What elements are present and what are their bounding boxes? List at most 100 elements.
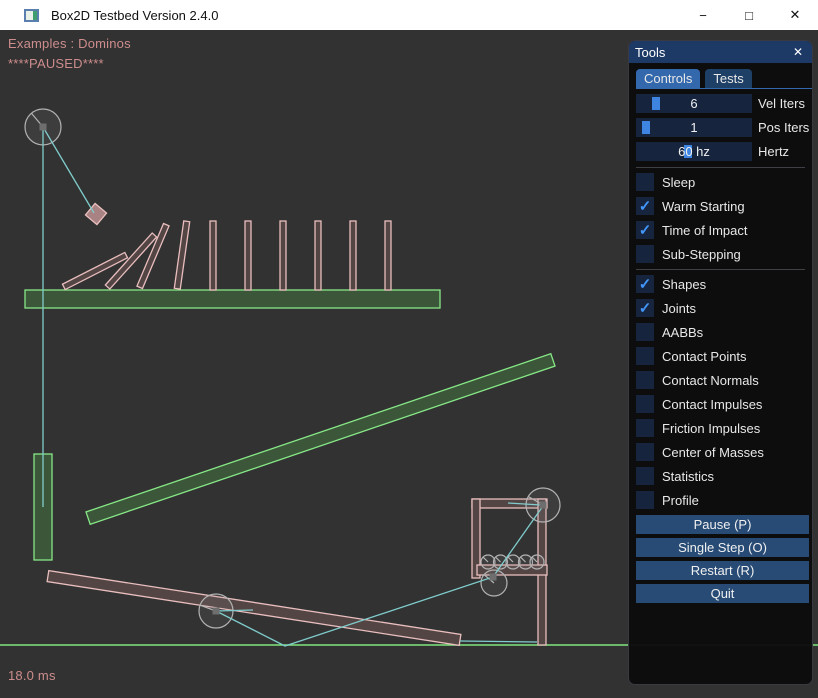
checkbox-row-time-of-impact: ✓ Time of Impact <box>636 221 812 239</box>
domino-shelf <box>25 290 440 308</box>
checkbox-row-friction-impulses: Friction Impulses <box>636 419 812 437</box>
minimize-button[interactable]: − <box>680 0 726 30</box>
joint-anchor-1 <box>40 124 47 131</box>
checkbox[interactable]: ✓ <box>636 299 654 317</box>
frame-time-label: 18.0 ms <box>8 668 56 683</box>
domino-standing-1 <box>210 221 216 290</box>
pendulum-box <box>85 203 106 224</box>
slider-grab[interactable] <box>642 121 650 134</box>
checkbox-row-joints: ✓ Joints <box>636 299 812 317</box>
joint-pendulum-box <box>43 127 94 213</box>
tools-close-icon[interactable]: ✕ <box>790 44 806 60</box>
tools-panel-title: Tools <box>635 45 790 60</box>
domino-standing-3 <box>280 221 286 290</box>
pause-p-button[interactable]: Pause (P) <box>636 515 809 534</box>
checkbox-group-draw: ✓ Shapes ✓ Joints AABBs Contact Points Contact… <box>636 275 812 509</box>
slider-value: 60 hz <box>678 144 710 159</box>
checkbox-label: Time of Impact <box>662 223 747 238</box>
domino-leaning <box>174 221 189 289</box>
slider-hertz: 60 hz Hertz <box>636 142 812 161</box>
app-icon <box>24 9 39 22</box>
checkbox-label: Contact Points <box>662 349 747 364</box>
slider-label: Vel Iters <box>758 96 805 111</box>
joint-anchor-4 <box>540 502 547 509</box>
tab-tests[interactable]: Tests <box>705 69 751 88</box>
checkbox-row-shapes: ✓ Shapes <box>636 275 812 293</box>
button-section: Pause (P) Single Step (O) Restart (R) Quit <box>636 515 812 603</box>
check-icon: ✓ <box>639 301 652 316</box>
checkbox-row-center-of-masses: Center of Masses <box>636 443 812 461</box>
domino-standing-4 <box>315 221 321 290</box>
joint-ground-link <box>460 641 537 642</box>
checkbox-label: Contact Normals <box>662 373 759 388</box>
paused-label: ****PAUSED**** <box>8 56 104 71</box>
checkbox-label: Friction Impulses <box>662 421 760 436</box>
maximize-button[interactable]: □ <box>726 0 772 30</box>
checkbox-row-sleep: Sleep <box>636 173 812 191</box>
slider-section: 6 Vel Iters 1 Pos Iters 60 hz Hertz <box>636 94 812 161</box>
checkbox[interactable] <box>636 245 654 263</box>
check-icon: ✓ <box>639 223 652 238</box>
app-window: Box2D Testbed Version 2.4.0 − □ ✕ Exampl… <box>0 0 818 698</box>
domino-standing-6 <box>385 221 391 290</box>
checkbox[interactable]: ✓ <box>636 275 654 293</box>
checkbox-label: Warm Starting <box>662 199 745 214</box>
check-icon: ✓ <box>639 277 652 292</box>
checkbox-row-contact-points: Contact Points <box>636 347 812 365</box>
checkbox-label: Statistics <box>662 469 714 484</box>
domino-standing-5 <box>350 221 356 290</box>
slider-pos-iters: 1 Pos Iters <box>636 118 812 137</box>
example-label: Examples : Dominos <box>8 36 131 51</box>
joint-anchor-3 <box>490 574 497 581</box>
checkbox[interactable] <box>636 371 654 389</box>
tools-panel-titlebar[interactable]: Tools ✕ <box>629 41 812 63</box>
slider-label: Hertz <box>758 144 789 159</box>
checkbox[interactable] <box>636 323 654 341</box>
checkbox-label: Shapes <box>662 277 706 292</box>
checkbox-label: AABBs <box>662 325 703 340</box>
slider-track[interactable]: 60 hz <box>636 142 752 161</box>
checkbox[interactable] <box>636 467 654 485</box>
checkbox-label: Center of Masses <box>662 445 764 460</box>
slider-value: 6 <box>690 96 697 111</box>
checkbox[interactable] <box>636 347 654 365</box>
slider-grab[interactable] <box>652 97 660 110</box>
close-button[interactable]: ✕ <box>772 0 818 30</box>
restart-r-button[interactable]: Restart (R) <box>636 561 809 580</box>
checkbox-label: Joints <box>662 301 696 316</box>
checkbox-row-profile: Profile <box>636 491 812 509</box>
checkbox[interactable]: ✓ <box>636 197 654 215</box>
checkbox[interactable]: ✓ <box>636 221 654 239</box>
slider-label: Pos Iters <box>758 120 809 135</box>
checkbox-row-statistics: Statistics <box>636 467 812 485</box>
titlebar: Box2D Testbed Version 2.4.0 − □ ✕ <box>0 0 818 30</box>
checkbox[interactable] <box>636 443 654 461</box>
checkbox-label: Profile <box>662 493 699 508</box>
slider-value: 1 <box>690 120 697 135</box>
tab-controls[interactable]: Controls <box>636 69 700 88</box>
checkbox-row-contact-normals: Contact Normals <box>636 371 812 389</box>
checkbox-row-aabbs: AABBs <box>636 323 812 341</box>
checkbox-label: Sleep <box>662 175 695 190</box>
checkbox[interactable] <box>636 491 654 509</box>
checkbox-label: Contact Impulses <box>662 397 762 412</box>
window-title: Box2D Testbed Version 2.4.0 <box>51 8 218 23</box>
tabbar: Controls Tests <box>636 69 812 89</box>
check-icon: ✓ <box>639 199 652 214</box>
checkbox[interactable] <box>636 173 654 191</box>
checkbox-group-simulation: Sleep ✓ Warm Starting ✓ Time of Impact Sub-St… <box>636 173 812 263</box>
checkbox-row-contact-impulses: Contact Impulses <box>636 395 812 413</box>
checkbox[interactable] <box>636 395 654 413</box>
checkbox[interactable] <box>636 419 654 437</box>
tools-panel: Tools ✕ Controls Tests 6 Vel Iters 1 Pos It… <box>628 40 813 685</box>
checkbox-label: Sub-Stepping <box>662 247 741 262</box>
checkbox-row-sub-stepping: Sub-Stepping <box>636 245 812 263</box>
single-step-o-button[interactable]: Single Step (O) <box>636 538 809 557</box>
joint-anchor-2 <box>213 608 220 615</box>
slider-vel-iters: 6 Vel Iters <box>636 94 812 113</box>
quit-button[interactable]: Quit <box>636 584 809 603</box>
slider-track[interactable]: 6 <box>636 94 752 113</box>
domino-standing-2 <box>245 221 251 290</box>
slider-track[interactable]: 1 <box>636 118 752 137</box>
separator <box>636 269 805 270</box>
